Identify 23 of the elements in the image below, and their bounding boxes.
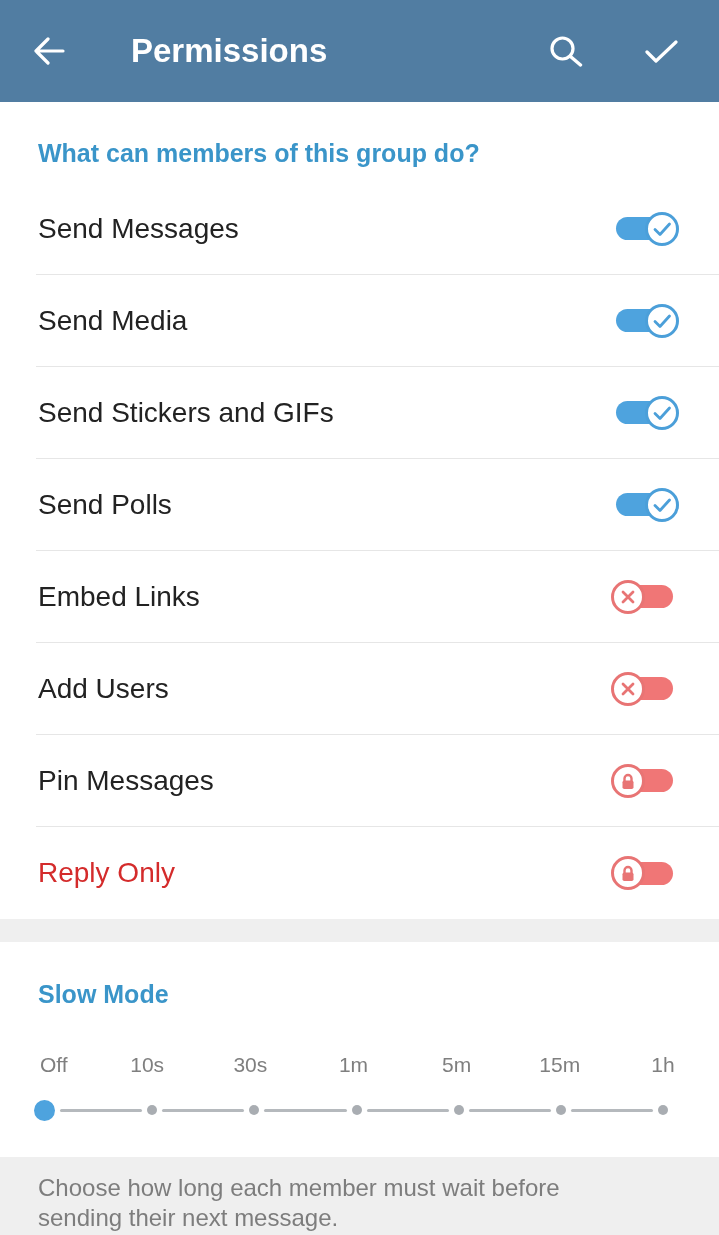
screen-title: Permissions (131, 32, 329, 70)
permission-label: Send Messages (38, 212, 239, 245)
help-text: Choose how long each member must wait before sending their next message. (38, 1173, 561, 1233)
slider-step-label: 15m (539, 1052, 581, 1078)
slider-step-label: 1h (651, 1052, 675, 1078)
slider-step-label: Off (40, 1052, 68, 1078)
back-arrow-icon[interactable] (34, 37, 65, 65)
section-title: What can members of this group do? (38, 138, 481, 168)
permission-label: Reply Only (38, 857, 175, 889)
permission-label: Send Media (38, 304, 188, 337)
slider-step-label: 30s (233, 1052, 268, 1078)
search-icon[interactable] (550, 35, 583, 67)
slider-step-label: 10s (130, 1052, 165, 1078)
permission-label: Add Users (38, 672, 169, 705)
slider-step-label: 5m (442, 1052, 472, 1078)
section-title: Slow Mode (38, 979, 170, 1009)
permission-label: Pin Messages (38, 764, 214, 797)
permission-label: Send Polls (38, 488, 172, 521)
permission-label: Embed Links (38, 580, 200, 613)
confirm-check-icon[interactable] (645, 39, 678, 63)
slider-step-label: 1m (338, 1052, 369, 1078)
slider-thumb[interactable] (33, 1099, 55, 1121)
permission-label: Send Stickers and GIFs (38, 396, 334, 429)
